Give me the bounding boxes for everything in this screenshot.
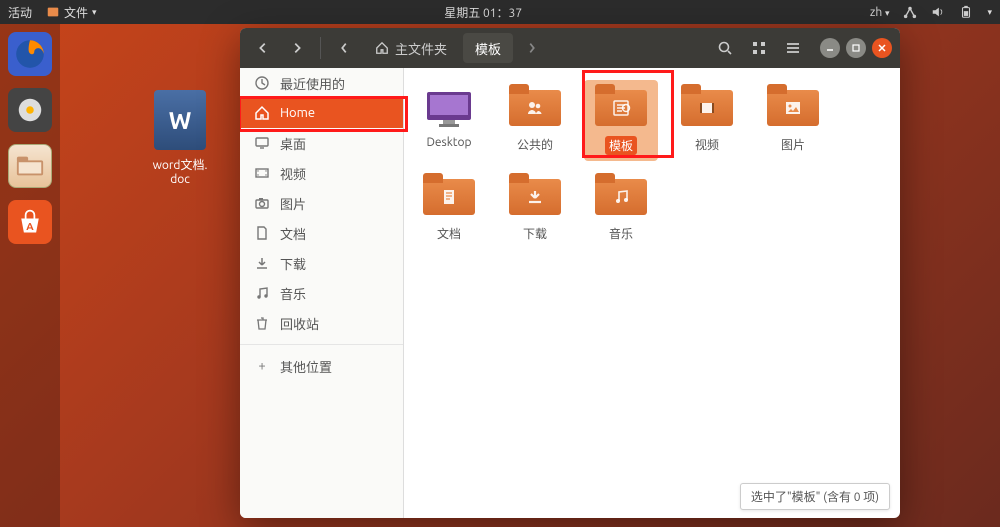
- path-back-chevron-icon[interactable]: [329, 33, 359, 63]
- music-folder[interactable]: 音乐: [584, 169, 658, 248]
- sidebar-item-videos[interactable]: 视频: [240, 158, 403, 188]
- sidebar-item-label: 文档: [280, 224, 306, 243]
- dock-rhythmbox[interactable]: [8, 88, 52, 132]
- sidebar-item-label: Home: [280, 106, 315, 120]
- folder-icon: [507, 175, 563, 219]
- video-icon: [697, 98, 717, 118]
- sidebar-item-label: 桌面: [280, 134, 306, 153]
- down-icon: [525, 187, 545, 207]
- home-icon: [254, 105, 270, 121]
- folder-label: 视频: [695, 139, 719, 152]
- dock-firefox[interactable]: [8, 32, 52, 76]
- desktop-folder[interactable]: Desktop: [412, 80, 486, 161]
- folder-icon: [593, 175, 649, 219]
- forward-button[interactable]: [282, 33, 312, 63]
- public-folder[interactable]: 公共的: [498, 80, 572, 161]
- sidebar-item-label: 图片: [280, 194, 306, 213]
- sidebar-item-label: 视频: [280, 164, 306, 183]
- sidebar-other-locations[interactable]: + 其他位置: [240, 351, 403, 381]
- volume-icon[interactable]: [931, 5, 945, 19]
- sidebar: 最近使用的 Home 桌面视频图片文档下载音乐回收站 + 其他位置: [240, 68, 404, 518]
- music-icon: [611, 187, 631, 207]
- folder-view[interactable]: Desktop 公共的 模板 视频 图片文档 下载 音乐 选中了"模板" (含有 0 项): [404, 68, 900, 518]
- folder-icon: [421, 175, 477, 219]
- folder-icon: [679, 86, 735, 130]
- network-icon[interactable]: [903, 5, 917, 19]
- music-icon: [254, 285, 270, 301]
- folder-label: 文档: [437, 228, 461, 241]
- sidebar-item-home[interactable]: Home: [240, 98, 403, 128]
- sidebar-item-trash[interactable]: 回收站: [240, 308, 403, 338]
- picture-icon: [783, 98, 803, 118]
- sidebar-separator: [240, 344, 403, 345]
- dock-software[interactable]: A: [8, 200, 52, 244]
- sidebar-item-label: 下载: [280, 254, 306, 273]
- view-toggle-button[interactable]: [744, 33, 774, 63]
- sidebar-item-documents[interactable]: 文档: [240, 218, 403, 248]
- plus-icon: +: [254, 359, 270, 373]
- activities-button[interactable]: 活动: [8, 4, 32, 21]
- desktop-file-label: word文档. doc: [140, 156, 220, 186]
- svg-text:A: A: [26, 220, 34, 232]
- documents-folder[interactable]: 文档: [412, 169, 486, 248]
- desktop-file-word-doc[interactable]: W word文档. doc: [140, 90, 220, 186]
- pictures-folder[interactable]: 图片: [756, 80, 830, 161]
- folder-label: 公共的: [517, 139, 553, 152]
- window-minimize-button[interactable]: [820, 38, 840, 58]
- sidebar-item-label: 最近使用的: [280, 74, 345, 93]
- sidebar-item-pictures[interactable]: 图片: [240, 188, 403, 218]
- system-menu-chevron-icon[interactable]: ▾: [987, 7, 992, 18]
- clock-icon: [254, 75, 270, 91]
- folder-label: 图片: [781, 139, 805, 152]
- sidebar-item-label: 回收站: [280, 314, 319, 333]
- down-icon: [254, 255, 270, 271]
- app-menu[interactable]: 文件 ▾: [46, 4, 97, 21]
- templates-icon: [611, 98, 631, 118]
- folder-icon: [593, 86, 649, 130]
- input-method-indicator[interactable]: zh ▾: [870, 6, 890, 19]
- templates-folder[interactable]: 模板: [584, 80, 658, 161]
- status-bar: 选中了"模板" (含有 0 项): [740, 483, 890, 510]
- back-button[interactable]: [248, 33, 278, 63]
- people-icon: [525, 98, 545, 118]
- path-current[interactable]: 模板: [463, 33, 513, 63]
- clock[interactable]: 星期五 01：37: [97, 4, 870, 21]
- doc-icon: [439, 187, 459, 207]
- sidebar-item-desktop[interactable]: 桌面: [240, 128, 403, 158]
- file-manager-window: 主文件夹 模板: [240, 28, 900, 518]
- videos-folder[interactable]: 视频: [670, 80, 744, 161]
- folder-label: 下载: [523, 228, 547, 241]
- dock-files[interactable]: [8, 144, 52, 188]
- path-forward-chevron-icon[interactable]: [517, 33, 547, 63]
- divider: [320, 37, 321, 59]
- folder-icon: [507, 86, 563, 130]
- dock: A: [0, 24, 60, 527]
- trash-icon: [254, 315, 270, 331]
- battery-icon[interactable]: [959, 5, 973, 19]
- search-button[interactable]: [710, 33, 740, 63]
- path-home[interactable]: 主文件夹: [363, 33, 459, 63]
- folder-label: 模板: [605, 136, 637, 155]
- word-doc-icon: W: [154, 90, 206, 150]
- doc-icon: [254, 225, 270, 241]
- folder-icon: [421, 86, 477, 130]
- top-bar: 活动 文件 ▾ 星期五 01：37 zh ▾ ▾: [0, 0, 1000, 24]
- sidebar-item-label: 音乐: [280, 284, 306, 303]
- camera-icon: [254, 195, 270, 211]
- video-icon: [254, 165, 270, 181]
- downloads-folder[interactable]: 下载: [498, 169, 572, 248]
- sidebar-item-music[interactable]: 音乐: [240, 278, 403, 308]
- window-maximize-button[interactable]: [846, 38, 866, 58]
- window-close-button[interactable]: [872, 38, 892, 58]
- folder-label: Desktop: [426, 136, 471, 149]
- sidebar-item-downloads[interactable]: 下载: [240, 248, 403, 278]
- folder-label: 音乐: [609, 228, 633, 241]
- hamburger-menu-button[interactable]: [778, 33, 808, 63]
- file-manager-toolbar: 主文件夹 模板: [240, 28, 900, 68]
- sidebar-item-recent[interactable]: 最近使用的: [240, 68, 403, 98]
- folder-icon: [765, 86, 821, 130]
- home-icon: [375, 41, 389, 55]
- desktop-icon: [254, 135, 270, 151]
